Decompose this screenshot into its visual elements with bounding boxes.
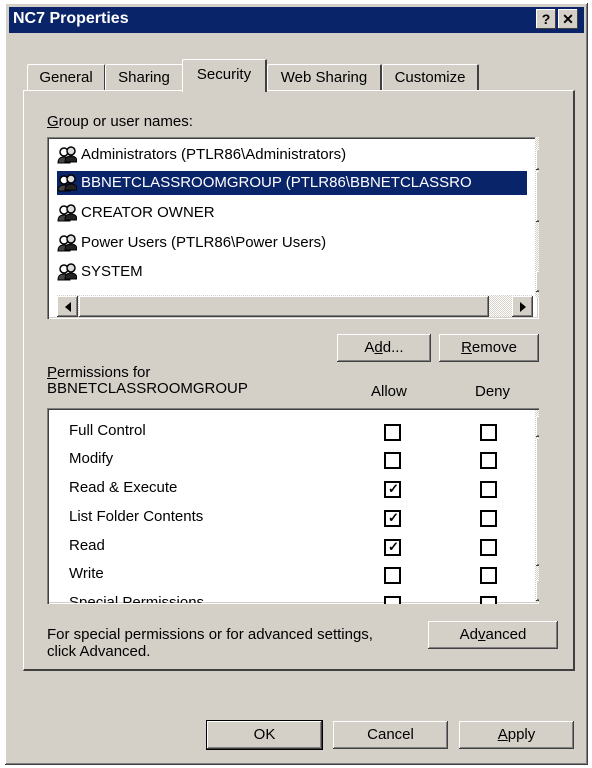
deny-read-execute-checkbox[interactable]: [480, 481, 497, 498]
list-item-selected[interactable]: BBNETCLASSROOMGROUP (PTLR86\BBNETCLASSRO: [57, 171, 527, 195]
permissions-group-name: BBNETCLASSROOMGROUP: [47, 380, 248, 397]
permissions-list: Full Control Modify Read & Execute List …: [47, 408, 539, 604]
tab-general[interactable]: General: [27, 64, 106, 91]
scroll-right-button[interactable]: [512, 296, 533, 317]
remove-button[interactable]: Remove: [439, 334, 539, 362]
allow-special-permissions-checkbox[interactable]: [384, 596, 401, 604]
permissions-scroll-thumb[interactable]: [536, 438, 539, 566]
list-item[interactable]: SYSTEM: [57, 260, 143, 284]
allow-read-execute-checkbox[interactable]: ✓: [384, 481, 401, 498]
help-button[interactable]: ?: [536, 9, 556, 29]
deny-special-permissions-checkbox[interactable]: [480, 596, 497, 604]
permission-row-read-execute: Read & Execute: [69, 479, 178, 496]
permission-row-list-folder-contents: List Folder Contents: [69, 508, 204, 525]
cancel-button[interactable]: Cancel: [333, 721, 448, 749]
advanced-button[interactable]: Advanced: [428, 621, 558, 649]
permission-row-modify: Modify: [69, 450, 114, 467]
group-user-list[interactable]: Administrators (PTLR86\Administrators) B…: [47, 137, 539, 319]
users-icon: [57, 146, 78, 164]
list-item[interactable]: CREATOR OWNER: [57, 201, 215, 225]
list-item[interactable]: Administrators (PTLR86\Administrators): [57, 143, 346, 167]
window-title: NC7 Properties: [13, 10, 129, 27]
tab-security[interactable]: Security: [182, 59, 267, 92]
arrow-down-icon: [536, 271, 539, 292]
perm-scroll-down-button[interactable]: [536, 580, 539, 601]
allow-list-folder-contents-checkbox[interactable]: ✓: [384, 510, 401, 527]
list-horizontal-scroll-thumb[interactable]: [79, 296, 489, 317]
allow-column-header: Allow: [371, 383, 407, 400]
users-icon: [57, 174, 78, 192]
users-icon: [57, 204, 78, 222]
deny-read-checkbox[interactable]: [480, 539, 497, 556]
permission-row-write: Write: [69, 565, 104, 582]
arrow-down-icon: [536, 580, 539, 601]
perm-scroll-up-button[interactable]: [536, 416, 539, 437]
checkmark-icon: ✓: [388, 539, 399, 554]
deny-write-checkbox[interactable]: [480, 567, 497, 584]
deny-column-header: Deny: [475, 383, 511, 400]
scroll-down-button[interactable]: [536, 271, 539, 292]
permissions-header: Permissions for BBNETCLASSROOMGROUP: [47, 364, 248, 397]
arrow-up-icon: [536, 149, 539, 170]
tab-web-sharing[interactable]: Web Sharing: [267, 64, 382, 91]
users-icon: [57, 234, 78, 252]
arrow-up-icon: [536, 416, 539, 437]
allow-write-checkbox[interactable]: [384, 567, 401, 584]
scroll-left-button[interactable]: [57, 296, 78, 317]
tab-customize[interactable]: Customize: [382, 64, 479, 91]
scroll-up-button[interactable]: [536, 149, 539, 170]
ok-button[interactable]: OK: [207, 721, 322, 749]
add-button[interactable]: Add...: [337, 334, 431, 362]
group-names-label: Group or user names:: [47, 113, 193, 130]
arrow-left-icon: [57, 296, 78, 317]
checkmark-icon: ✓: [388, 510, 399, 525]
permission-row-read: Read: [69, 537, 105, 554]
users-icon: [57, 263, 78, 281]
list-vertical-scroll-thumb[interactable]: [536, 171, 539, 222]
deny-list-folder-contents-checkbox[interactable]: [480, 510, 497, 527]
allow-read-checkbox[interactable]: ✓: [384, 539, 401, 556]
properties-window: NC7 Properties ? ✕ General Sharing Secur…: [5, 3, 588, 765]
list-item[interactable]: Power Users (PTLR86\Power Users): [57, 231, 326, 255]
arrow-right-icon: [512, 296, 533, 317]
checkmark-icon: ✓: [388, 481, 399, 496]
permission-row-full-control: Full Control: [69, 422, 146, 439]
deny-modify-checkbox[interactable]: [480, 452, 497, 469]
advanced-hint-text: For special permissions or for advanced …: [47, 626, 373, 660]
tab-sharing[interactable]: Sharing: [105, 64, 184, 91]
permission-row-special-permissions: Special Permissions: [69, 594, 205, 603]
title-bar: NC7 Properties ? ✕: [9, 7, 584, 33]
deny-full-control-checkbox[interactable]: [480, 424, 497, 441]
apply-button[interactable]: Apply: [459, 721, 574, 749]
allow-modify-checkbox[interactable]: [384, 452, 401, 469]
close-button[interactable]: ✕: [558, 9, 578, 29]
allow-full-control-checkbox[interactable]: [384, 424, 401, 441]
